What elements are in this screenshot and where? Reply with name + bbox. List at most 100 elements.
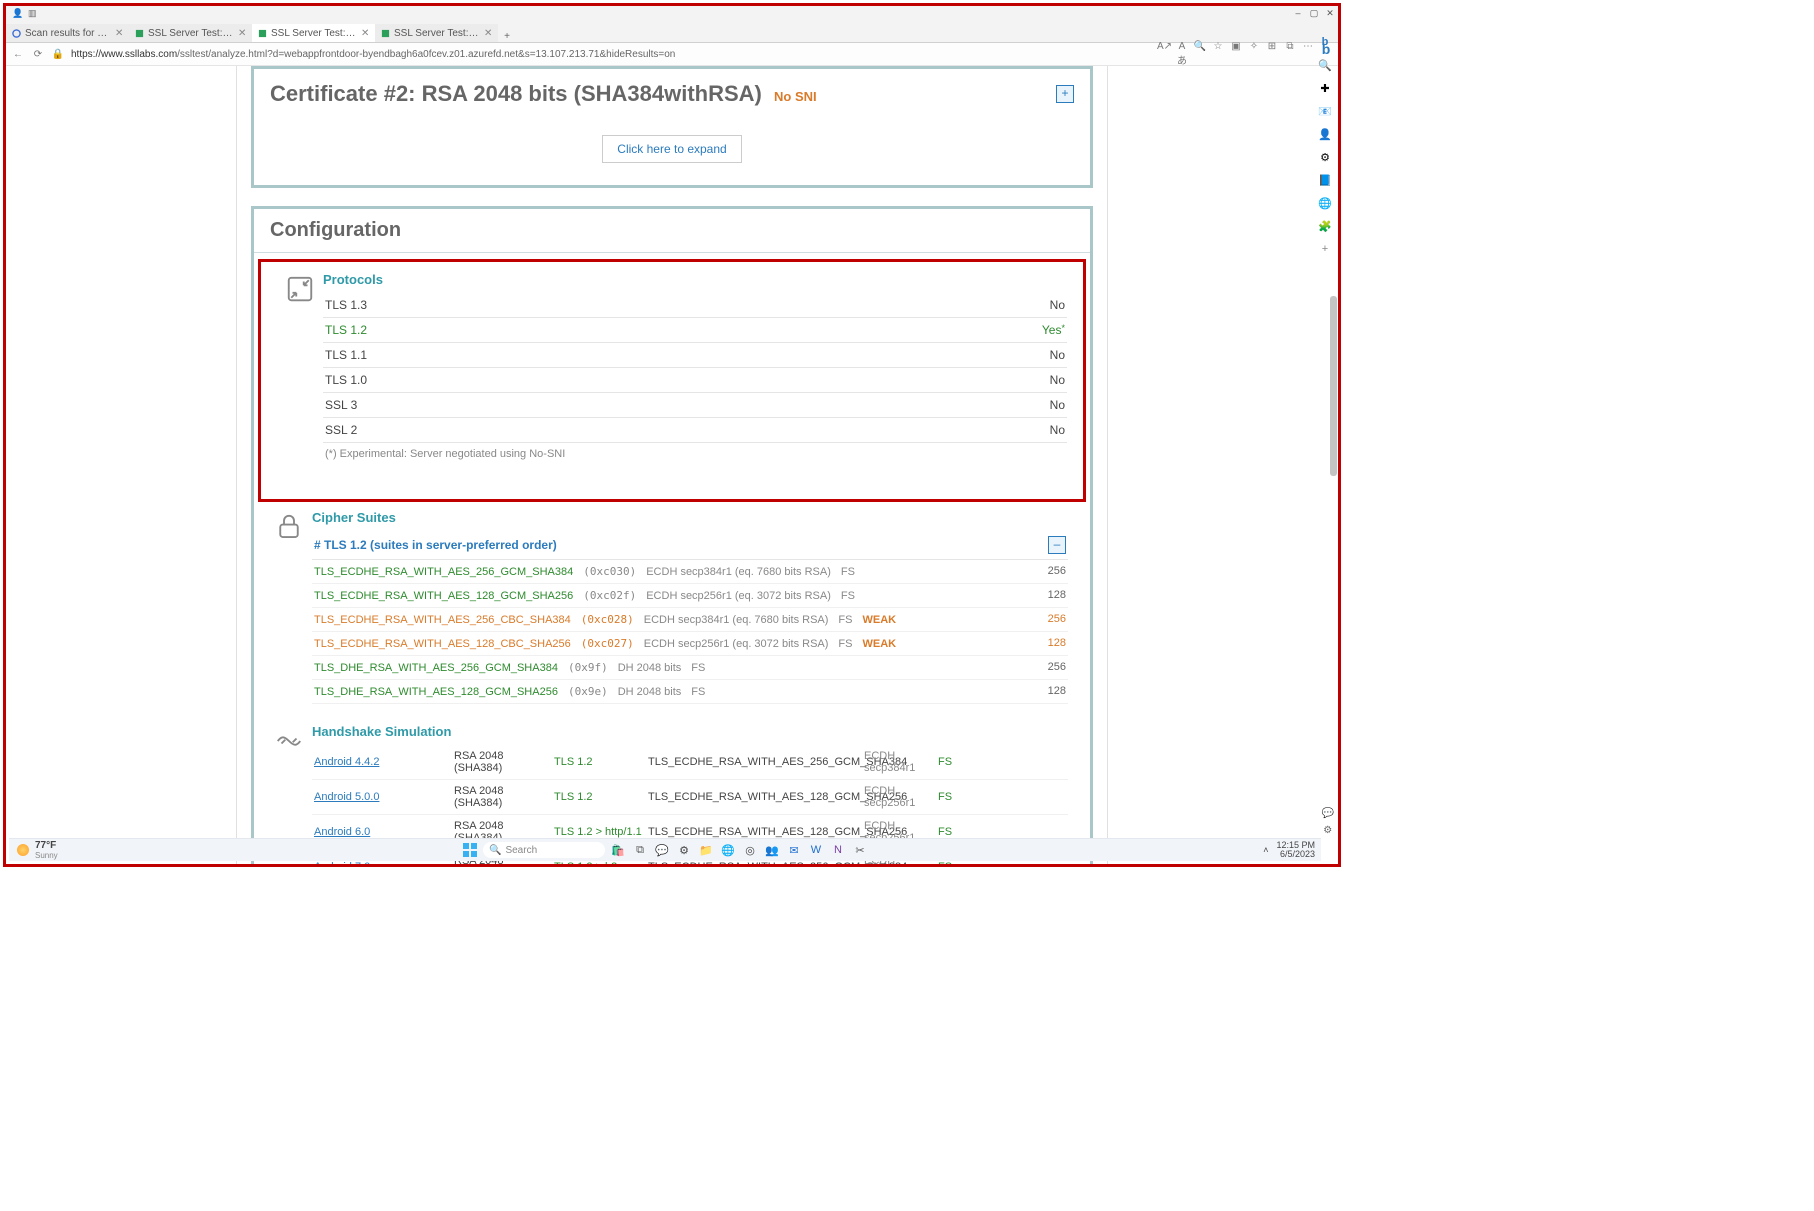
- window-close[interactable]: ✕: [1322, 6, 1338, 20]
- browser-tab[interactable]: SSL Server Test: webappfrontdo…✕: [129, 24, 252, 42]
- addrbar-action-icon[interactable]: 🔍: [1193, 41, 1207, 67]
- browser-tab[interactable]: Scan results for https://webappf✕: [6, 24, 129, 42]
- new-tab-button[interactable]: +: [498, 31, 516, 42]
- sidebar-icon[interactable]: 🔍: [1317, 57, 1333, 73]
- taskbar-word[interactable]: W: [807, 841, 825, 859]
- search-placeholder: Search: [505, 845, 537, 856]
- protocols-footnote: (*) Experimental: Server negotiated usin…: [323, 443, 1067, 465]
- cipher-hex: (0xc02f): [583, 589, 636, 602]
- profile-icon[interactable]: 👤: [12, 8, 22, 18]
- sidebar-icon[interactable]: ✚: [1317, 80, 1333, 96]
- handshake-curve: ECDH secp256r1: [864, 785, 938, 809]
- handshake-key: RSA 2048 (SHA384): [454, 785, 554, 809]
- cipher-suite-row: TLS_DHE_RSA_WITH_AES_256_GCM_SHA384(0x9f…: [312, 656, 1068, 680]
- taskbar-teams[interactable]: 👥: [763, 841, 781, 859]
- cipher-suite-row: TLS_ECDHE_RSA_WITH_AES_256_GCM_SHA384(0x…: [312, 560, 1068, 584]
- addrbar-action-icon[interactable]: Aあ: [1175, 41, 1189, 67]
- handshake-client-link[interactable]: Android 6.0: [314, 826, 454, 838]
- addrbar-action-icon[interactable]: ✧: [1247, 41, 1261, 67]
- cipher-bits: 256: [1048, 613, 1066, 626]
- sidebar-add-icon[interactable]: +: [1317, 241, 1333, 257]
- window-maximize[interactable]: ▢: [1306, 6, 1322, 20]
- taskbar-chat[interactable]: 💬: [653, 841, 671, 859]
- cipher-collapse-icon[interactable]: –: [1048, 536, 1066, 554]
- addrbar-action-icon[interactable]: ⧉: [1283, 41, 1297, 67]
- addrbar-action-icon[interactable]: ⋯: [1301, 41, 1315, 67]
- certificate-expand-icon[interactable]: +: [1056, 85, 1074, 103]
- tab-close-button[interactable]: ✕: [238, 28, 246, 39]
- taskbar-snip[interactable]: ✂: [851, 841, 869, 859]
- browser-tab[interactable]: SSL Server Test: webappfrontdo…✕: [375, 24, 498, 42]
- tab-favicon: [135, 29, 144, 38]
- browser-tab[interactable]: SSL Server Test: webappfrontdo…✕: [252, 24, 375, 42]
- scrollbar-thumb[interactable]: [1330, 296, 1337, 476]
- handshake-client-link[interactable]: Android 4.4.2: [314, 756, 454, 768]
- taskbar-weather[interactable]: 77°F Sunny: [17, 840, 58, 860]
- protocol-row: TLS 1.1No: [323, 343, 1067, 368]
- protocol-value: Yes*: [1042, 323, 1065, 337]
- page-content: Certificate #2: RSA 2048 bits (SHA384wit…: [236, 66, 1108, 864]
- cipher-suite-row: TLS_ECDHE_RSA_WITH_AES_256_CBC_SHA384(0x…: [312, 608, 1068, 632]
- workspace-icon[interactable]: ▥: [28, 8, 38, 18]
- tab-favicon: [381, 29, 390, 38]
- chat-icon[interactable]: 💬: [1322, 808, 1334, 819]
- handshake-row: Android 5.0.0RSA 2048 (SHA384)TLS 1.2TLS…: [312, 780, 1068, 815]
- cipher-suites-section: Cipher Suites # TLS 1.2 (suites in serve…: [254, 502, 1090, 708]
- cipher-bits: 128: [1048, 685, 1066, 698]
- taskbar-store[interactable]: 🛍️: [609, 841, 627, 859]
- taskbar-taskview[interactable]: ⧉: [631, 841, 649, 859]
- tab-close-button[interactable]: ✕: [484, 28, 492, 39]
- protocol-name: SSL 3: [325, 398, 357, 412]
- refresh-button[interactable]: ⟳: [31, 49, 45, 60]
- weather-icon: [17, 844, 29, 856]
- sidebar-icon[interactable]: 👤: [1317, 126, 1333, 142]
- taskbar-chrome[interactable]: ◎: [741, 841, 759, 859]
- handshake-protocol: TLS 1.2: [554, 791, 648, 803]
- sidebar-icon[interactable]: b: [1317, 34, 1333, 50]
- addrbar-action-icon[interactable]: ▣: [1229, 41, 1243, 67]
- cipher-suite-name: TLS_ECDHE_RSA_WITH_AES_128_GCM_SHA256: [314, 590, 573, 602]
- tab-close-button[interactable]: ✕: [361, 28, 369, 39]
- cipher-suites-subhead: # TLS 1.2 (suites in server-preferred or…: [312, 531, 1068, 560]
- url-field[interactable]: https://www.ssllabs.com/ssltest/analyze.…: [71, 49, 1151, 60]
- taskbar-explorer[interactable]: 📁: [697, 841, 715, 859]
- back-button[interactable]: ←: [11, 49, 25, 60]
- window-minimize[interactable]: –: [1290, 6, 1306, 20]
- protocol-name: TLS 1.3: [325, 298, 367, 312]
- sidebar-icon[interactable]: 🌐: [1317, 195, 1333, 211]
- addrbar-action-icon[interactable]: ☆: [1211, 41, 1225, 67]
- protocol-name: TLS 1.0: [325, 373, 367, 387]
- tray-chevron-icon[interactable]: ˄: [1263, 845, 1268, 855]
- tab-close-button[interactable]: ✕: [115, 28, 123, 39]
- cipher-fs: FS: [691, 662, 705, 674]
- handshake-client-link[interactable]: Android 7.0: [314, 861, 454, 864]
- expand-certificate-button[interactable]: Click here to expand: [602, 135, 741, 163]
- sidebar-icon[interactable]: ⚙: [1317, 149, 1333, 165]
- addrbar-action-icon[interactable]: ⊞: [1265, 41, 1279, 67]
- protocol-name: SSL 2: [325, 423, 357, 437]
- taskbar-settings[interactable]: ⚙: [675, 841, 693, 859]
- taskbar-search[interactable]: 🔍 Search: [483, 842, 605, 858]
- taskbar-outlook[interactable]: ✉: [785, 841, 803, 859]
- taskbar-right[interactable]: ˄ 12:15 PM 6/5/2023: [1263, 841, 1315, 859]
- settings-icon[interactable]: ⚙: [1323, 825, 1332, 836]
- taskbar: 77°F Sunny 🔍 Search 🛍️ ⧉ 💬 ⚙ 📁 🌐 ◎: [9, 838, 1321, 861]
- start-button[interactable]: [461, 841, 479, 859]
- cipher-hex: (0x9e): [568, 685, 608, 698]
- handshake-suite: TLS_ECDHE_RSA_WITH_AES_256_GCM_SHA384: [648, 756, 864, 768]
- sidebar-icon[interactable]: 🧩: [1317, 218, 1333, 234]
- addrbar-action-icon[interactable]: A↗: [1157, 41, 1171, 67]
- cipher-bits: 128: [1048, 589, 1066, 602]
- handshake-client-link[interactable]: Android 5.0.0: [314, 791, 454, 803]
- handshake-fs: FS: [938, 791, 952, 803]
- weather-temp: 77°F: [35, 840, 58, 851]
- sidebar-icon[interactable]: 📧: [1317, 103, 1333, 119]
- protocols-title: Protocols: [323, 272, 1067, 287]
- sidebar-icon[interactable]: 📘: [1317, 172, 1333, 188]
- site-info-icon[interactable]: 🔒: [51, 49, 65, 60]
- cipher-detail: ECDH secp384r1 (eq. 7680 bits RSA): [644, 614, 829, 626]
- taskbar-edge[interactable]: 🌐: [719, 841, 737, 859]
- taskbar-onenote[interactable]: N: [829, 841, 847, 859]
- protocols-icon: [277, 272, 323, 304]
- handshake-protocol: TLS 1.2: [554, 756, 648, 768]
